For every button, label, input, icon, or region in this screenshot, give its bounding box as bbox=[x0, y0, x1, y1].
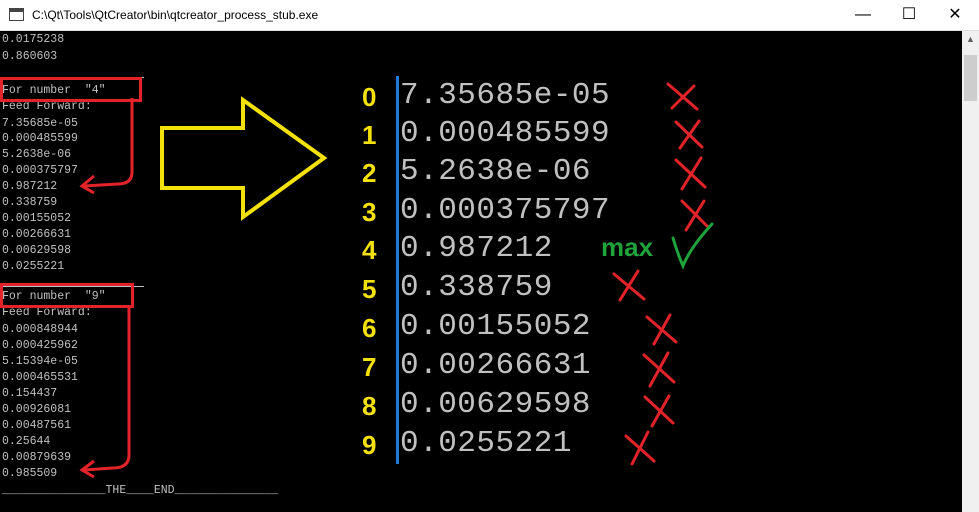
red-x-icon bbox=[674, 156, 707, 191]
scrollbar-thumb[interactable] bbox=[964, 55, 977, 101]
red-x-icon bbox=[680, 199, 710, 232]
big-value: 0.0255221 bbox=[400, 426, 572, 461]
index-label: 6 bbox=[362, 313, 377, 343]
red-bracket-arrow-4 bbox=[83, 98, 134, 188]
red-x-icon bbox=[612, 269, 646, 302]
index-label: 4 bbox=[362, 235, 377, 265]
red-bracket-arrow-9 bbox=[83, 305, 131, 472]
red-x-icon bbox=[666, 82, 699, 111]
index-label: 7 bbox=[362, 352, 377, 382]
big-value: 0.987212 bbox=[400, 231, 553, 266]
red-x-marks bbox=[612, 82, 710, 466]
big-value: 0.00629598 bbox=[400, 387, 592, 422]
big-value: 7.35685e-05 bbox=[400, 78, 611, 113]
big-value: 0.338759 bbox=[400, 270, 553, 305]
green-check-icon bbox=[671, 222, 714, 270]
vertical-scrollbar[interactable]: ▲ bbox=[962, 31, 979, 512]
index-label: 5 bbox=[362, 274, 377, 304]
red-x-icon bbox=[642, 351, 676, 388]
max-label: max bbox=[601, 232, 654, 262]
index-label: 0 bbox=[362, 82, 377, 112]
yellow-arrow-icon bbox=[160, 96, 328, 221]
scroll-up-arrow-icon[interactable]: ▲ bbox=[962, 31, 979, 48]
big-value: 0.00155052 bbox=[400, 309, 592, 344]
index-label: 3 bbox=[362, 197, 377, 227]
big-value: 0.000375797 bbox=[400, 193, 611, 228]
blue-divider-line bbox=[396, 76, 399, 464]
index-label: 9 bbox=[362, 430, 377, 460]
index-label: 1 bbox=[362, 120, 377, 150]
index-label: 8 bbox=[362, 391, 377, 421]
red-x-icon bbox=[624, 430, 656, 466]
index-label: 2 bbox=[362, 158, 377, 188]
red-x-icon bbox=[643, 394, 675, 428]
red-x-icon bbox=[645, 313, 678, 346]
big-value: 0.00266631 bbox=[400, 348, 592, 383]
big-value: 0.000485599 bbox=[400, 116, 611, 151]
red-x-icon bbox=[674, 119, 704, 150]
big-value: 5.2638e-06 bbox=[400, 154, 592, 189]
